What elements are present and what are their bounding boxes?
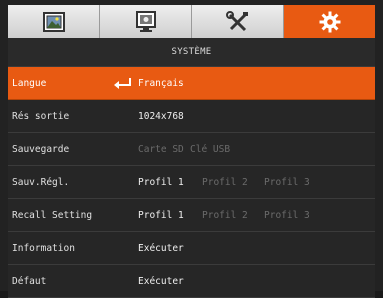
settings-list: Langue Français Rés sortie 1024x768 Sauv… bbox=[8, 67, 375, 298]
enter-icon bbox=[114, 78, 131, 89]
tab-settings[interactable] bbox=[192, 5, 284, 38]
row-label: Recall Setting bbox=[12, 209, 93, 221]
gear-icon bbox=[319, 11, 340, 32]
menu-row-backup[interactable]: Sauvegarde Carte SD Clé USB bbox=[8, 133, 375, 166]
execute-button[interactable]: Exécuter bbox=[138, 276, 184, 287]
menu-row-information[interactable]: Information Exécuter bbox=[8, 232, 375, 265]
tools-icon bbox=[225, 10, 248, 31]
option-profile-2[interactable]: Profil 2 bbox=[202, 210, 248, 221]
row-label: Information bbox=[12, 242, 75, 254]
menu-tabs bbox=[8, 5, 375, 38]
option-profile-3[interactable]: Profil 3 bbox=[264, 210, 310, 221]
row-label: Langue bbox=[12, 77, 47, 89]
menu-row-default[interactable]: Défaut Exécuter bbox=[8, 265, 375, 298]
menu-row-output-resolution[interactable]: Rés sortie 1024x768 bbox=[8, 100, 375, 133]
row-label: Rés sortie bbox=[12, 110, 70, 122]
menu-row-language[interactable]: Langue Français bbox=[8, 67, 375, 100]
execute-button[interactable]: Exécuter bbox=[138, 243, 184, 254]
tab-image[interactable] bbox=[8, 5, 100, 38]
option-sd-card[interactable]: Carte SD bbox=[138, 144, 184, 155]
osd-menu: SYSTÈME Langue Français Rés sortie 1024x… bbox=[0, 0, 383, 298]
tab-system[interactable] bbox=[284, 5, 375, 38]
option-value[interactable]: 1024x768 bbox=[138, 111, 184, 122]
option-usb-key[interactable]: Clé USB bbox=[190, 144, 230, 155]
option-profile-3[interactable]: Profil 3 bbox=[264, 177, 310, 188]
picture-icon bbox=[42, 11, 65, 32]
tab-video[interactable] bbox=[100, 5, 192, 38]
option-profile-1[interactable]: Profil 1 bbox=[138, 177, 184, 188]
menu-row-recall-setting[interactable]: Recall Setting Profil 1 Profil 2 Profil … bbox=[8, 199, 375, 232]
monitor-video-icon bbox=[135, 10, 156, 32]
option-profile-2[interactable]: Profil 2 bbox=[202, 177, 248, 188]
option-profile-1[interactable]: Profil 1 bbox=[138, 210, 184, 221]
menu-row-save-settings[interactable]: Sauv.Régl. Profil 1 Profil 2 Profil 3 bbox=[8, 166, 375, 199]
option-value[interactable]: Français bbox=[138, 78, 184, 89]
row-label: Défaut bbox=[12, 275, 47, 287]
row-label: Sauvegarde bbox=[12, 143, 70, 155]
menu-title: SYSTÈME bbox=[8, 38, 375, 67]
row-label: Sauv.Régl. bbox=[12, 176, 70, 188]
